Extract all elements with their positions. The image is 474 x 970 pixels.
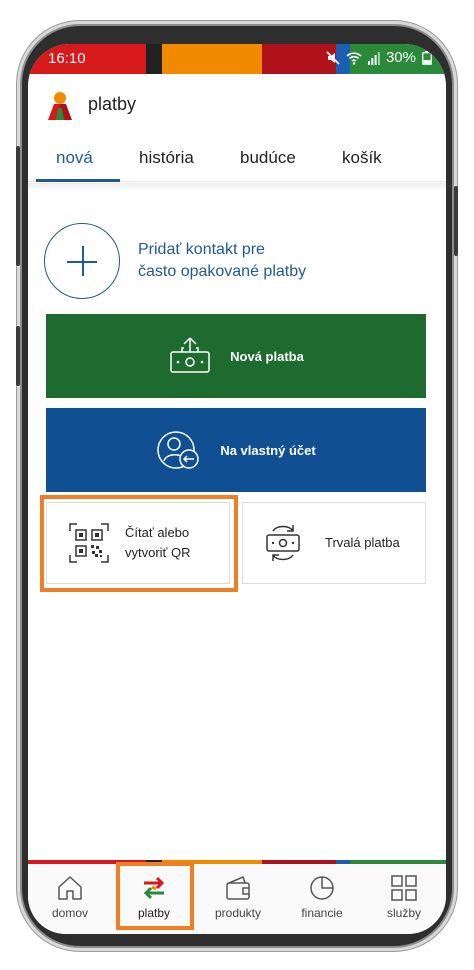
- nav-domov-label: domov: [51, 906, 89, 920]
- nav-domov[interactable]: domov: [28, 864, 112, 934]
- wallet-icon: [226, 875, 250, 900]
- transfer-arrows-icon: [143, 876, 165, 900]
- nav-sluzby[interactable]: služby: [362, 864, 446, 934]
- nav-financie-label: financie: [301, 906, 343, 920]
- wifi-icon: [346, 51, 362, 65]
- power-button: [454, 186, 458, 256]
- bank-logo-icon: [48, 92, 72, 120]
- qr-label-line1: Čítať alebo: [125, 525, 190, 540]
- side-button: [16, 326, 20, 386]
- bottom-navigation: domov platby produkty financie služby: [28, 864, 446, 934]
- signal-icon: [367, 51, 380, 65]
- grid-icon: [391, 875, 417, 901]
- nav-platby-label: platby: [137, 906, 171, 920]
- add-contact-button[interactable]: Pridať kontakt pre často opakované platb…: [44, 222, 424, 300]
- nav-financie[interactable]: financie: [280, 864, 364, 934]
- own-account-button[interactable]: Na vlastný účet: [46, 408, 426, 492]
- tab-kosik[interactable]: košík: [342, 148, 382, 168]
- home-icon: [58, 876, 82, 900]
- app-screen: 16:10 30% platby nová história budúce ko…: [28, 44, 446, 934]
- tab-buduce[interactable]: budúce: [240, 148, 296, 168]
- volume-button: [16, 146, 20, 266]
- recurring-money-icon: [266, 525, 300, 561]
- phone-frame: 16:10 30% platby nová história budúce ko…: [16, 26, 458, 946]
- add-contact-label: Pridať kontakt pre často opakované platb…: [138, 239, 378, 283]
- qr-code-icon: [69, 523, 109, 563]
- standing-order-label: Trvalá platba: [325, 535, 400, 550]
- tab-nova[interactable]: nová: [56, 148, 93, 168]
- standing-order-button[interactable]: Trvalá platba: [242, 502, 426, 584]
- tab-historia[interactable]: história: [139, 148, 194, 168]
- qr-label: Čítať alebo vytvoriť QR: [125, 523, 191, 563]
- app-header: platby: [28, 74, 446, 136]
- battery-icon: [422, 50, 432, 65]
- battery-percent: 30%: [385, 49, 416, 66]
- nav-sluzby-label: služby: [386, 906, 421, 920]
- own-account-label: Na vlastný účet: [220, 442, 316, 458]
- new-payment-button[interactable]: Nová platba: [46, 314, 426, 398]
- nav-platby[interactable]: platby: [112, 864, 196, 934]
- page-title: platby: [88, 94, 137, 114]
- pie-chart-icon: [310, 876, 334, 900]
- nav-produkty[interactable]: produkty: [196, 864, 280, 934]
- nav-produkty-label: produkty: [214, 906, 262, 920]
- plus-icon: [44, 223, 120, 299]
- add-contact-line2: často opakované platby: [138, 263, 307, 280]
- new-payment-label: Nová platba: [230, 348, 304, 364]
- add-contact-line1: Pridať kontakt pre: [138, 241, 265, 258]
- tab-shadow: [28, 183, 446, 191]
- status-time: 16:10: [48, 50, 86, 67]
- status-icons: 30%: [326, 49, 432, 66]
- qr-button[interactable]: Čítať alebo vytvoriť QR: [46, 502, 230, 584]
- active-tab-indicator: [36, 179, 120, 182]
- mute-icon: [326, 50, 340, 65]
- account-transfer-icon: [157, 431, 200, 469]
- qr-label-line2: vytvoriť QR: [125, 545, 191, 560]
- tab-bar: nová história budúce košík: [28, 136, 446, 182]
- money-upload-icon: [170, 337, 210, 373]
